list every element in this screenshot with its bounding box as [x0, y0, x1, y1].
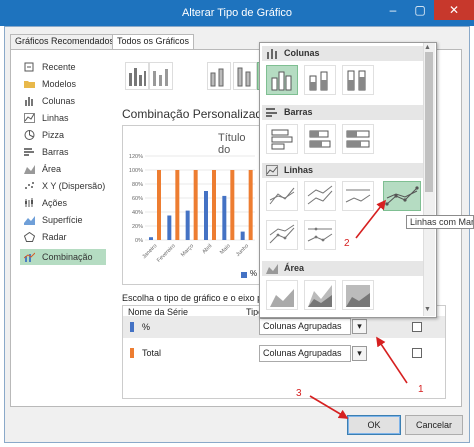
annotation-arrow-2: [355, 199, 386, 239]
annotation-arrow-3: [309, 395, 349, 419]
annotation-number-3: 3: [296, 388, 302, 399]
annotation-arrow-1: [376, 336, 408, 384]
annotation-number-1: 1: [418, 384, 424, 395]
annotation-arrows: [309, 199, 408, 419]
annotation-number-2: 2: [344, 238, 350, 249]
